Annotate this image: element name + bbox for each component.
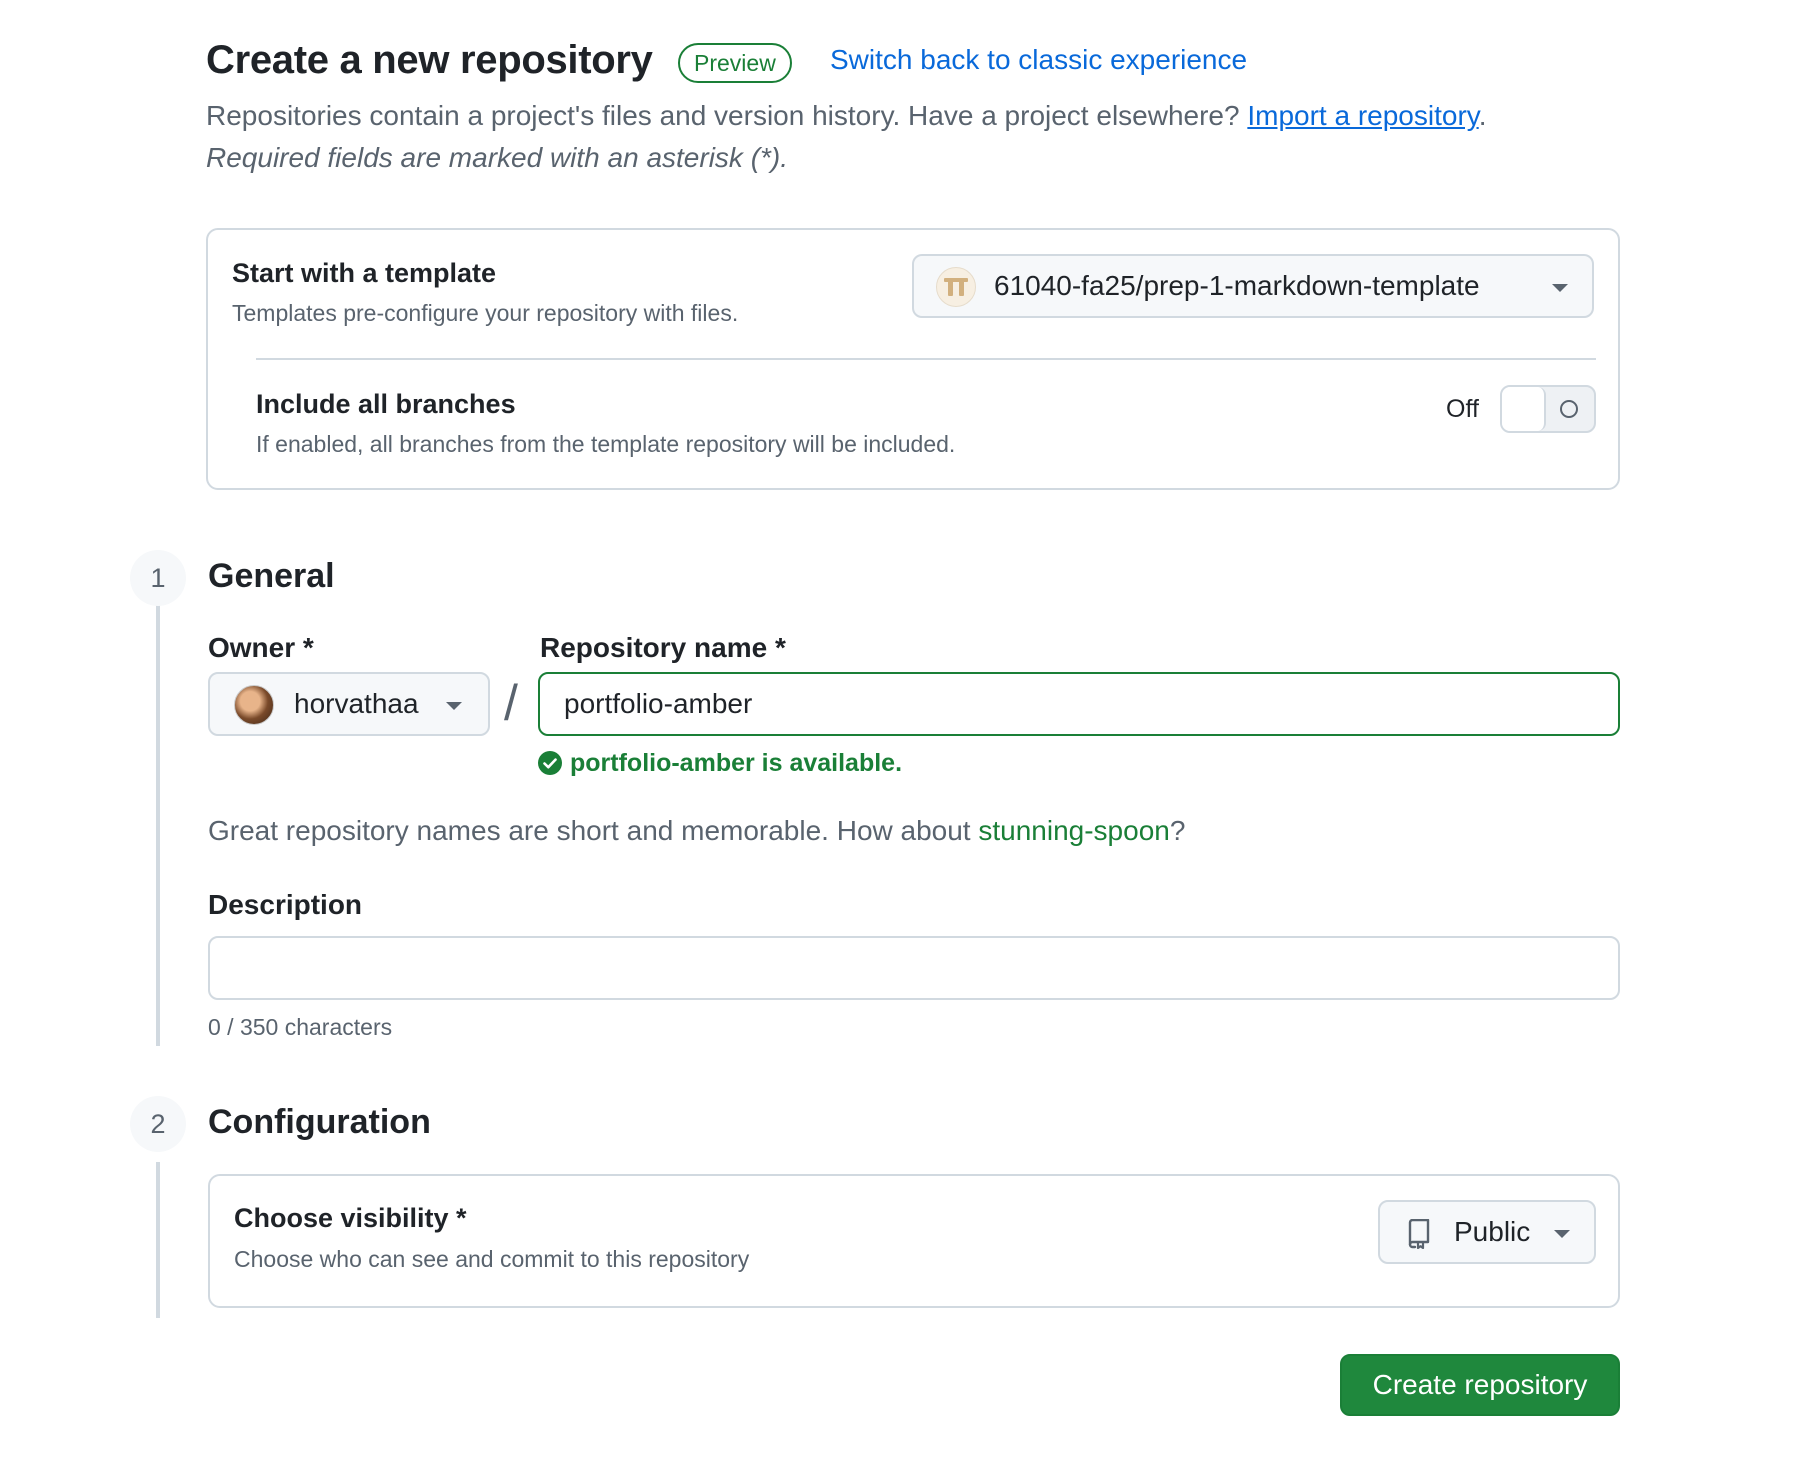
intro-text: Repositories contain a project's files a… [206, 100, 1486, 132]
switch-classic-link[interactable]: Switch back to classic experience [830, 44, 1247, 76]
availability-message: portfolio-amber is available. [570, 749, 903, 777]
description-char-count: 0 / 350 characters [208, 1014, 393, 1040]
step-connector-line [156, 1162, 160, 1318]
visibility-select-value: Public [1454, 1216, 1531, 1247]
toggle-knob [1502, 387, 1546, 431]
include-branches-state: Off [1446, 395, 1479, 423]
chevron-down-icon [1554, 1230, 1570, 1238]
include-branches-description: If enabled, all branches from the templa… [256, 431, 956, 457]
step-number-general: 1 [130, 550, 186, 606]
owner-repo-separator: / [504, 675, 518, 731]
template-description: Templates pre-configure your repository … [232, 300, 739, 326]
visibility-description: Choose who can see and commit to this re… [234, 1246, 750, 1272]
template-select[interactable]: 61040-fa25/prep-1-markdown-template [912, 254, 1594, 318]
intro-text-body: Repositories contain a project's files a… [206, 100, 1248, 131]
step-connector-line [156, 578, 160, 1046]
include-branches-title: Include all branches [256, 389, 516, 419]
avatar [234, 685, 274, 725]
visibility-title: Choose visibility * [234, 1203, 467, 1233]
preview-badge: Preview [678, 43, 792, 83]
repo-icon [1408, 1219, 1430, 1249]
chevron-down-icon [1552, 284, 1568, 292]
repo-name-input[interactable] [538, 672, 1620, 736]
owner-select-value: horvathaa [294, 688, 419, 719]
check-circle-icon [538, 751, 562, 775]
suggestion-suffix: ? [1169, 815, 1186, 846]
visibility-select[interactable]: Public [1378, 1200, 1596, 1264]
template-org-icon [944, 278, 968, 296]
divider [256, 358, 1596, 360]
repo-name-label: Repository name * [540, 632, 786, 663]
template-select-value: 61040-fa25/prep-1-markdown-template [994, 270, 1480, 301]
name-suggestion: Great repository names are short and mem… [208, 815, 1185, 847]
section-title-configuration: Configuration [208, 1103, 431, 1141]
suggested-name-link[interactable]: stunning-spoon [978, 815, 1169, 846]
toggle-off-icon [1560, 400, 1578, 418]
intro-text-end: . [1478, 100, 1487, 131]
owner-select[interactable]: horvathaa [208, 672, 490, 736]
include-branches-toggle[interactable] [1500, 385, 1596, 433]
import-repository-link[interactable]: Import a repository [1247, 100, 1478, 131]
template-owner-avatar [936, 267, 976, 307]
description-input[interactable] [208, 936, 1620, 1000]
description-label: Description [208, 889, 363, 920]
owner-label: Owner * [208, 632, 314, 663]
required-fields-note: Required fields are marked with an aster… [206, 142, 789, 173]
template-title: Start with a template [232, 258, 497, 288]
chevron-down-icon [446, 702, 462, 710]
create-repository-button[interactable]: Create repository [1340, 1354, 1620, 1416]
section-title-general: General [208, 557, 335, 595]
step-number-configuration: 2 [130, 1096, 186, 1152]
suggestion-prefix: Great repository names are short and mem… [208, 815, 979, 846]
page-title: Create a new repository [206, 38, 653, 82]
